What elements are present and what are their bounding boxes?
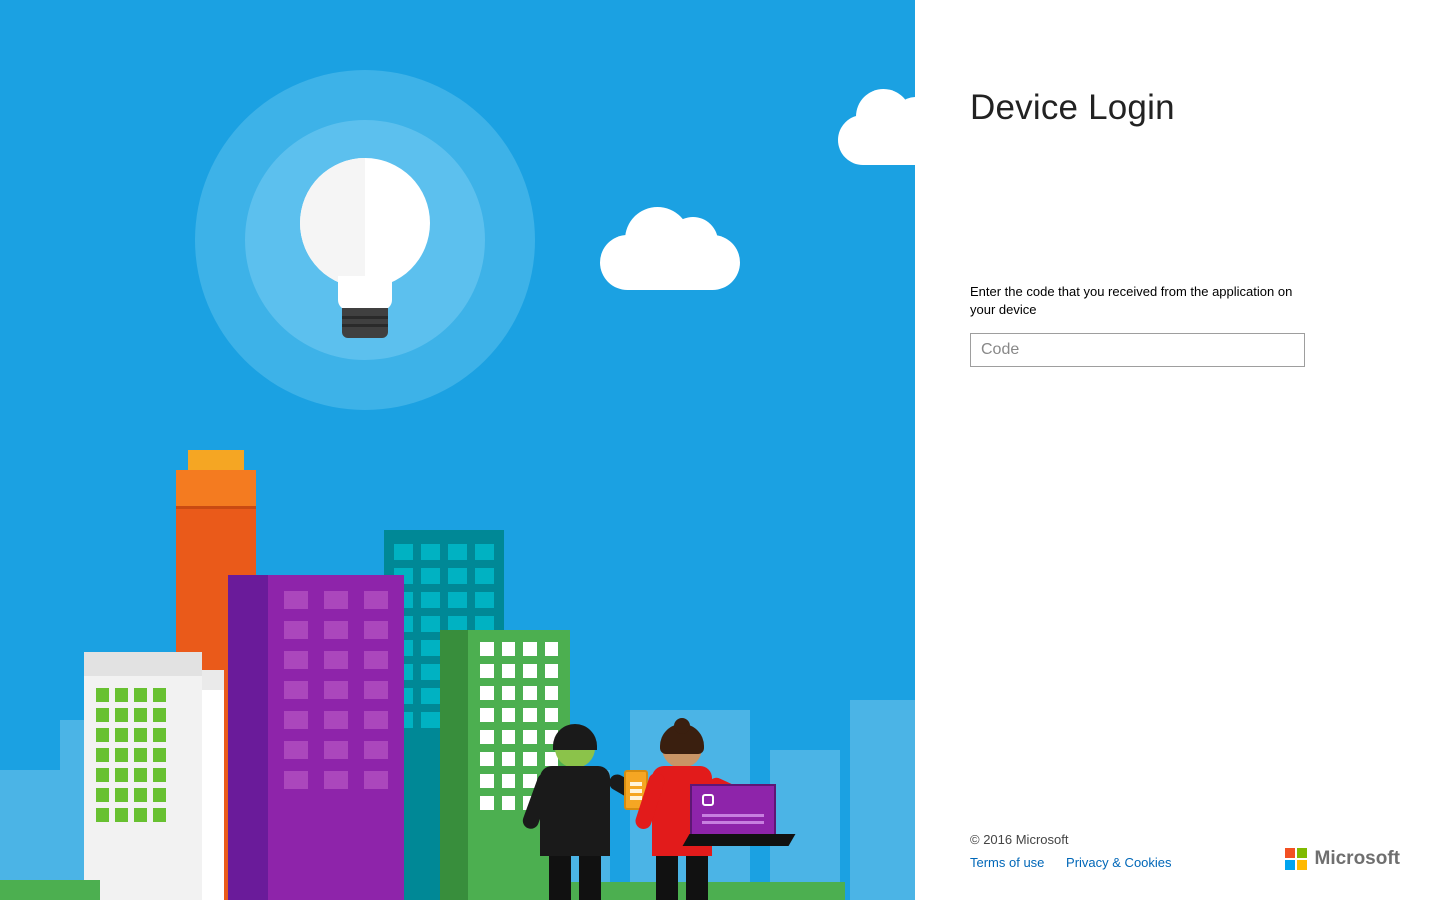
- page-root: Device Login Enter the code that you rec…: [0, 0, 1440, 900]
- privacy-link[interactable]: Privacy & Cookies: [1066, 855, 1171, 870]
- code-input[interactable]: [970, 333, 1305, 367]
- cloud-icon: [838, 115, 915, 165]
- laptop-icon: [690, 784, 776, 838]
- microsoft-logo-icon: [1285, 848, 1307, 870]
- grass-strip: [0, 880, 100, 900]
- microsoft-logo: Microsoft: [1285, 848, 1401, 870]
- lightbulb-icon: [300, 158, 430, 348]
- login-panel: Device Login Enter the code that you rec…: [915, 0, 1440, 900]
- person-with-phone-icon: [520, 728, 630, 900]
- building-icon: [84, 652, 202, 900]
- footer: © 2016 Microsoft Terms of use Privacy & …: [970, 832, 1400, 870]
- terms-link[interactable]: Terms of use: [970, 855, 1044, 870]
- building-icon: [228, 575, 404, 900]
- person-with-laptop-icon: [632, 728, 732, 900]
- cloud-icon: [600, 235, 740, 290]
- hero-illustration: [0, 0, 915, 900]
- copyright-text: © 2016 Microsoft: [970, 832, 1190, 847]
- microsoft-logo-text: Microsoft: [1315, 848, 1401, 870]
- instruction-text: Enter the code that you received from th…: [970, 283, 1310, 319]
- page-title: Device Login: [970, 88, 1385, 128]
